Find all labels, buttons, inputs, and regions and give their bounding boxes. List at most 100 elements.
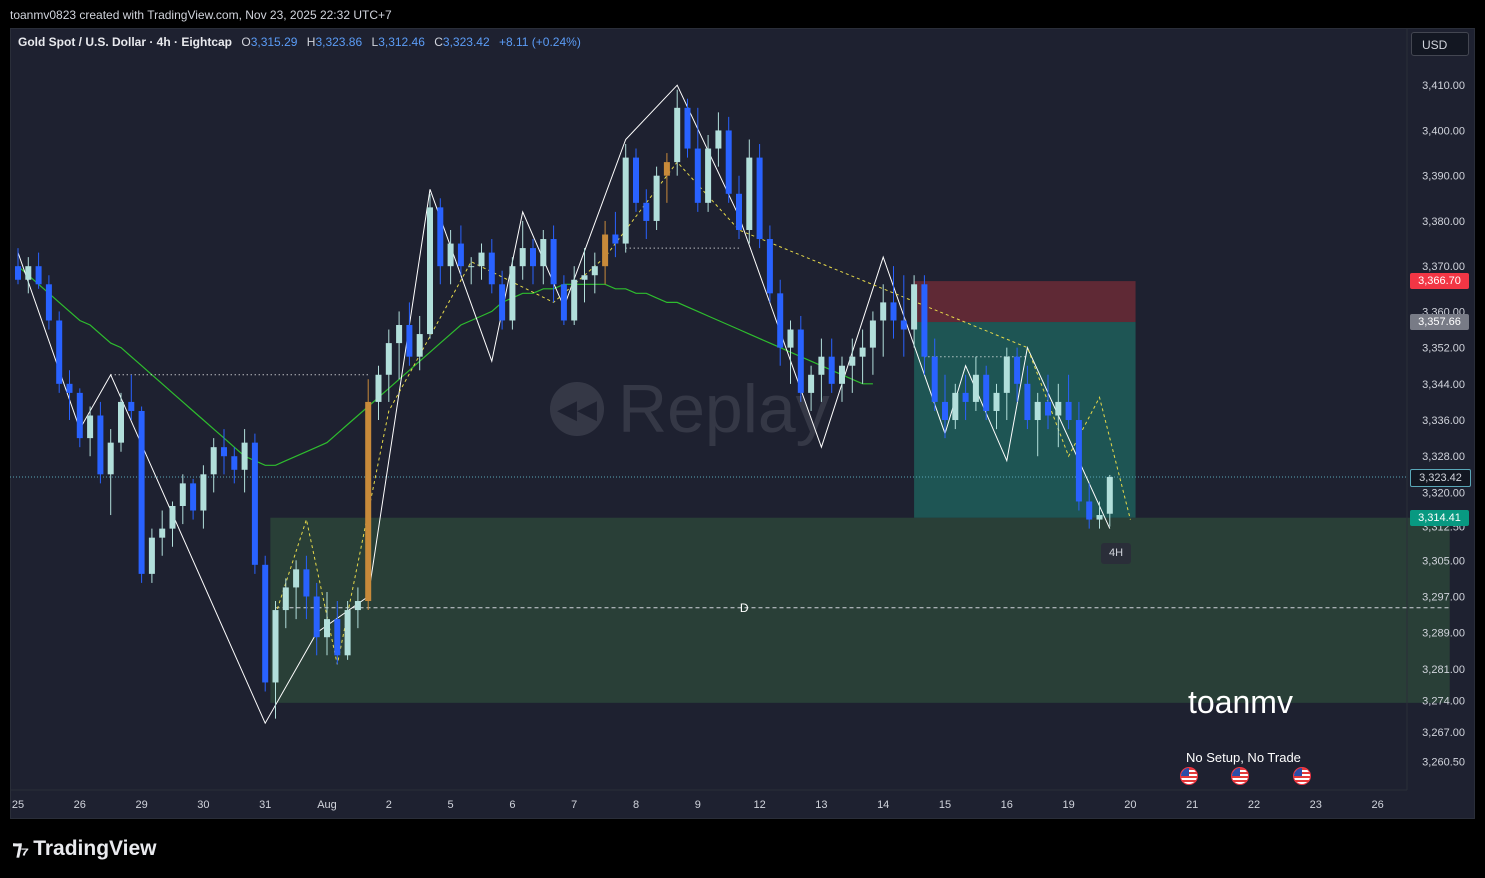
currency-button[interactable]: USD <box>1411 32 1469 56</box>
price-tick-label: 3,297.00 <box>1422 591 1465 603</box>
candle-body <box>138 410 145 574</box>
candle-body <box>262 564 269 683</box>
candle-body <box>633 157 639 203</box>
candle-body <box>354 601 361 611</box>
candle-body <box>921 284 928 357</box>
candle-body <box>365 401 372 602</box>
candle-body <box>45 284 52 321</box>
candle-body <box>602 234 609 267</box>
candle-body <box>488 252 495 285</box>
candle-body <box>859 347 866 357</box>
us-flag-icon[interactable] <box>1293 767 1311 785</box>
candle-body <box>694 148 701 203</box>
candle-body <box>550 239 557 285</box>
timeframe-tag: 4H <box>1101 543 1131 564</box>
candle-body <box>416 334 423 357</box>
note-text: No Setup, No Trade <box>1186 750 1301 765</box>
candle-body <box>1045 401 1051 416</box>
time-tick-label: 19 <box>1062 799 1074 811</box>
price-tick-label: 3,336.00 <box>1422 415 1465 427</box>
candle-body <box>509 266 516 321</box>
candle-body <box>756 157 763 240</box>
candle-body <box>344 610 351 656</box>
candle-body <box>1024 383 1031 421</box>
demand-zone <box>270 517 1450 703</box>
price-tick-label: 3,267.00 <box>1422 727 1465 739</box>
footer-bar <box>0 819 1485 878</box>
time-tick-label: 31 <box>259 799 271 811</box>
candle-body <box>427 207 433 335</box>
candle-body <box>375 374 382 402</box>
candle-body <box>107 442 114 475</box>
open-label: O <box>241 35 251 49</box>
candle-body <box>272 610 279 683</box>
candle-body <box>581 275 588 280</box>
time-tick-label: 5 <box>448 799 454 811</box>
us-flag-icon[interactable] <box>1180 767 1198 785</box>
price-tick-label: 3,400.00 <box>1422 125 1465 137</box>
time-tick-label: 26 <box>1371 799 1383 811</box>
candle-body <box>931 356 938 402</box>
candle-body <box>869 320 876 348</box>
candle-body <box>560 284 567 321</box>
symbol-name[interactable]: Gold Spot / U.S. Dollar · 4h · Eightcap <box>18 35 232 49</box>
candle-body <box>1075 420 1082 502</box>
tradingview-logo-icon: ⁊₇ <box>12 837 29 860</box>
time-tick-label: 7 <box>571 799 577 811</box>
candle-body <box>468 266 475 268</box>
candle-body <box>571 279 578 321</box>
candle-body <box>674 107 681 163</box>
top-bar: toanmv0823 created with TradingView.com,… <box>0 0 1485 28</box>
time-tick-label: 21 <box>1186 799 1198 811</box>
candle-body <box>684 107 691 149</box>
candle-body <box>972 374 979 402</box>
zones-layer <box>270 281 1450 703</box>
candle-body <box>1096 515 1103 520</box>
time-tick-label: 9 <box>695 799 701 811</box>
price-tick-label: 3,328.00 <box>1422 451 1465 463</box>
candle-body <box>200 474 207 511</box>
candle-body <box>210 447 217 475</box>
candle-body <box>839 365 845 384</box>
price-tick-label: 3,352.00 <box>1422 343 1465 355</box>
time-tick-label: 30 <box>197 799 209 811</box>
time-tick-label: 12 <box>753 799 765 811</box>
candle-body <box>231 456 238 470</box>
candle-body <box>962 392 969 402</box>
time-tick-label: 15 <box>939 799 951 811</box>
candle-body <box>56 320 63 384</box>
candle-body <box>663 162 670 176</box>
candle-body <box>705 148 712 203</box>
candle-body <box>952 392 959 421</box>
candle-body <box>128 401 135 411</box>
candle-body <box>787 329 794 348</box>
candle-body <box>97 415 104 475</box>
candle-body <box>15 266 21 280</box>
us-flag-icon[interactable] <box>1231 767 1249 785</box>
candle-body <box>76 392 83 439</box>
candle-body <box>911 284 918 330</box>
time-tick-label: 16 <box>1001 799 1013 811</box>
candle-body <box>1065 401 1072 421</box>
candle-body <box>612 234 619 244</box>
candle-body <box>530 248 536 267</box>
time-tick-label: 13 <box>815 799 827 811</box>
candle-body <box>25 266 32 280</box>
candle-body <box>540 239 547 267</box>
time-tick-label: Aug <box>317 799 337 811</box>
candle-body <box>251 442 258 565</box>
candle-body <box>221 447 227 457</box>
time-tick-label: 14 <box>877 799 889 811</box>
candle-body <box>406 325 413 357</box>
candle-body <box>591 266 598 276</box>
time-tick-label: 6 <box>509 799 515 811</box>
brand[interactable]: ⁊₇ TradingView <box>12 836 157 861</box>
stop-zone <box>914 281 1136 323</box>
candle-body <box>622 157 629 244</box>
candle-body <box>303 569 310 597</box>
credit-text: toanmv0823 created with TradingView.com,… <box>10 8 392 22</box>
price-tick-label: 3,410.00 <box>1422 80 1465 92</box>
candle-body <box>849 356 856 366</box>
price-tag: 3,366.70 <box>1410 273 1469 290</box>
candle-body <box>653 175 660 221</box>
